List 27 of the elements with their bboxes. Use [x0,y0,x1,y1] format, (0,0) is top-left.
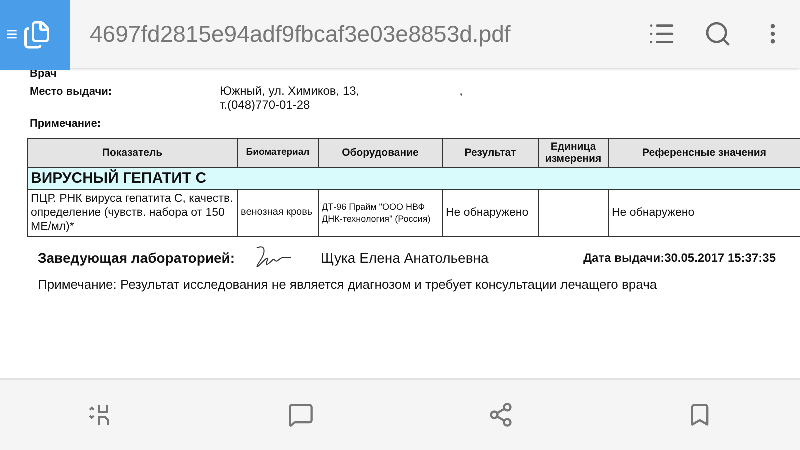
doctor-label: Врач [30,68,58,80]
table-cell: венозная кровь [238,190,318,236]
field-label: Примечание: [29,117,102,130]
field-label: Место выдачи: [29,85,114,100]
column-header: Биоматериал [238,138,318,168]
share-icon[interactable] [488,402,514,428]
documents-icon [22,20,52,50]
column-header: Единица измерения [538,138,608,168]
section-title: ВИРУСНЫЙ ГЕПАТИТ С [28,168,800,190]
field-value: Южный, ул. Химиков, 13, , т.(048)770-01-28 [220,84,463,112]
column-header: Референсные значения [608,138,800,168]
comment-icon[interactable] [288,402,314,428]
menu-glyph: ≡ [6,24,18,46]
column-header: Оборудование [318,138,442,168]
head-label: Заведующая лабораторией: [38,250,236,266]
head-name: Щука Елена Анатольевна [321,250,489,266]
issue-date: Дата выдачи:30.05.2017 15:37:35 [584,251,776,265]
column-header: Результат [442,138,538,168]
file-name: 4697fd2815e94adf9fbcaf3e03e8853d.pdf [90,20,512,48]
table-cell: ПЦР. РНК вируса гепатита С, качеств. определение (чувств. набора от 150 МЕ/мл)* [28,190,238,236]
table-cell: ДТ-96 Прайм "ООО НВФ ДНК-технология" (Россия) [318,190,442,236]
column-header: Показатель [28,138,238,168]
search-icon[interactable] [704,20,732,48]
table-cell: Не обнаружено [442,190,538,236]
table-cell [538,190,608,236]
note-text: Примечание: Результат исследования не является диагнозом и требует консультации лечащего врача [37,277,658,292]
file-button[interactable]: ≡ [0,0,70,70]
